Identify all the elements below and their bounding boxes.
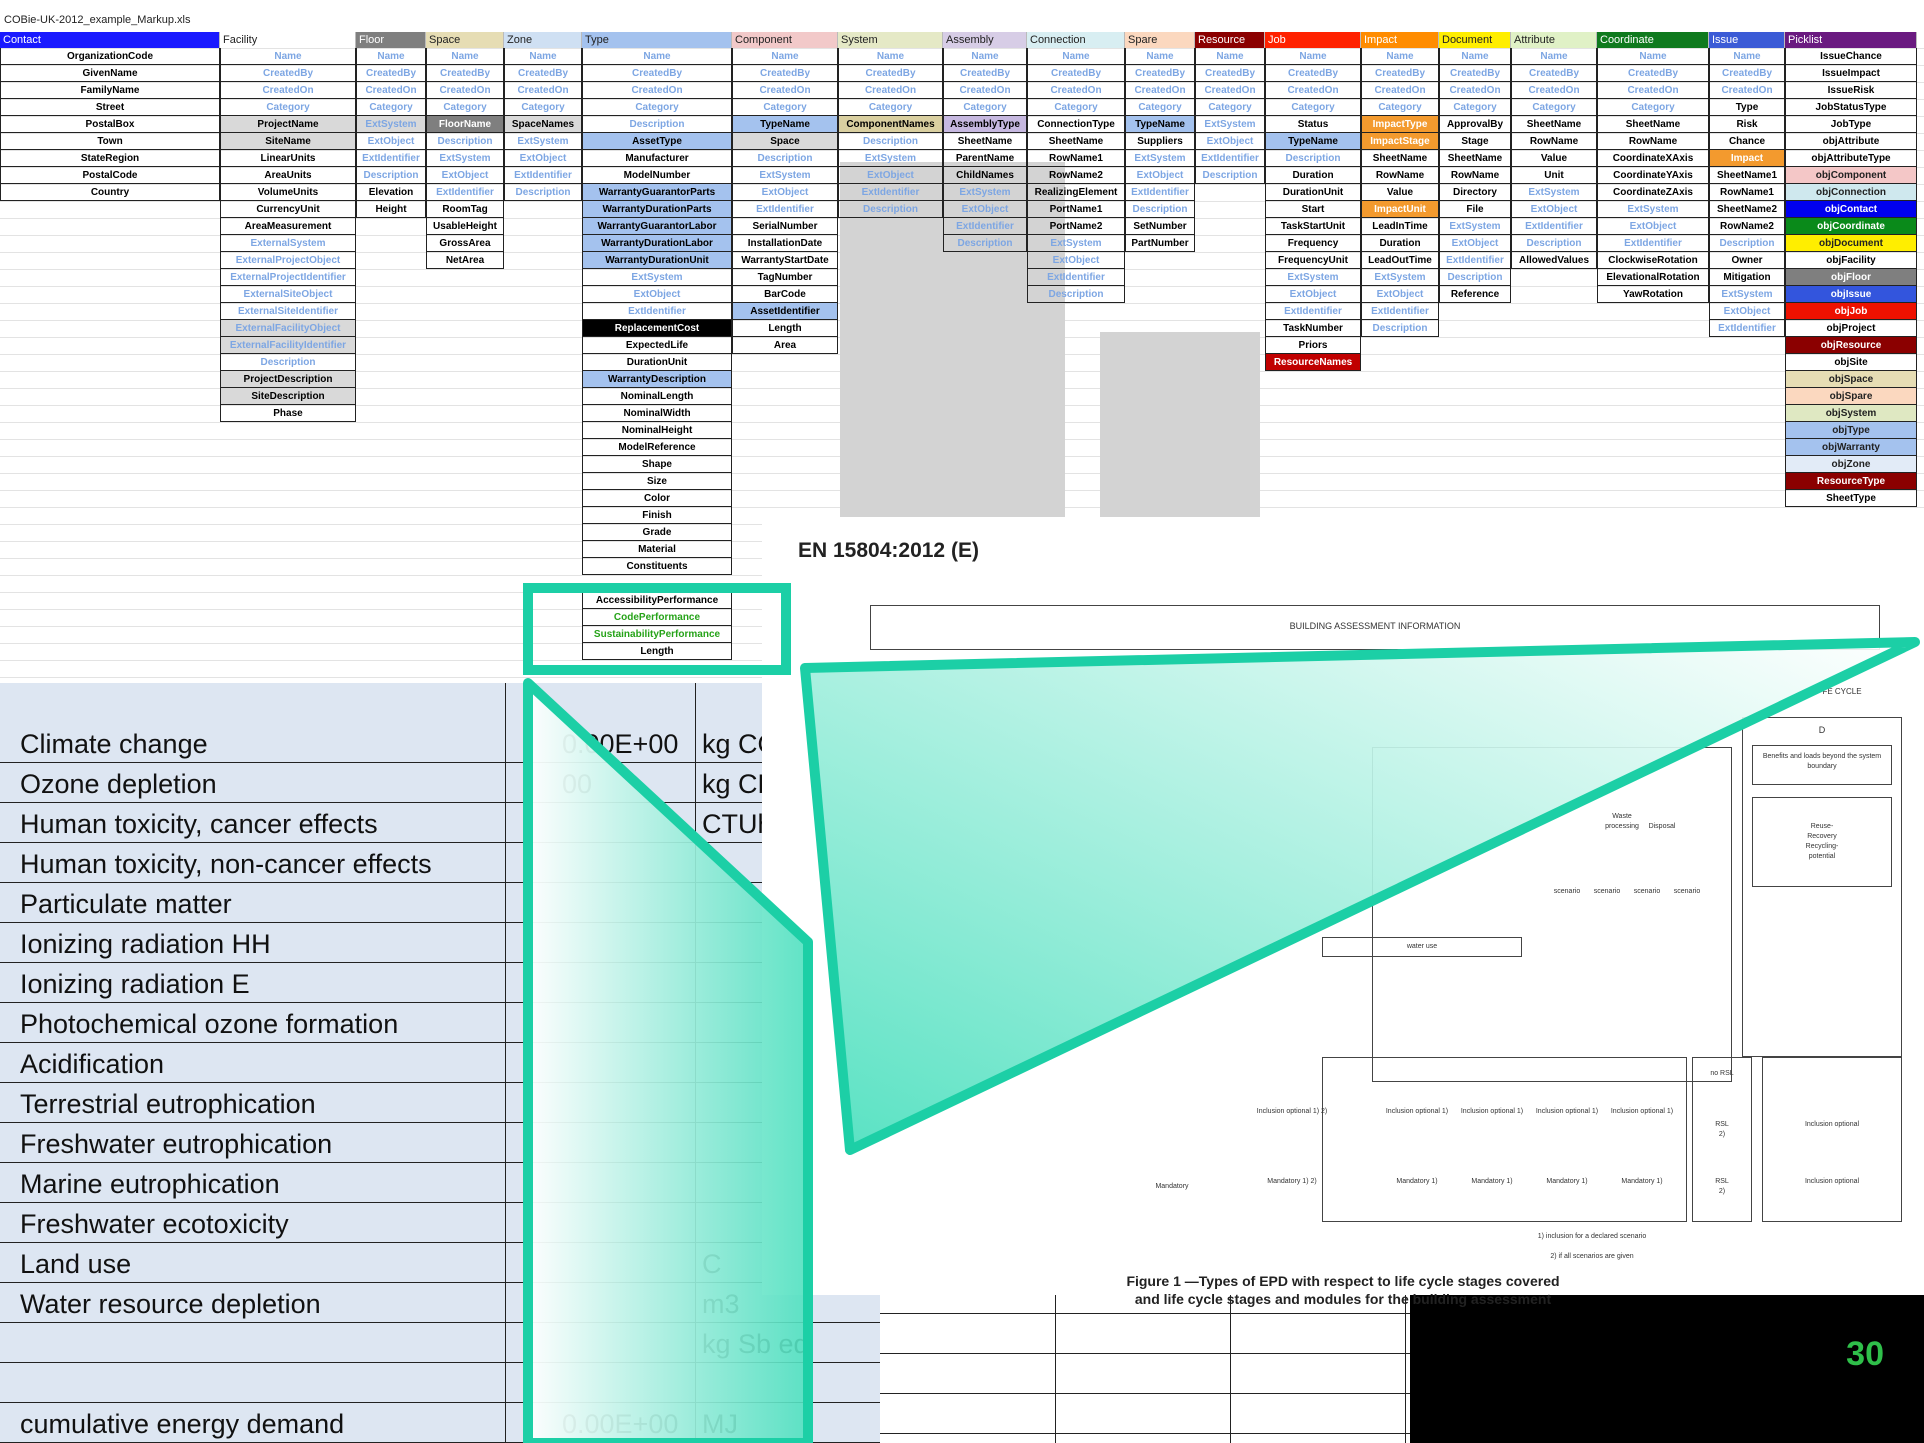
callout-triangle-right — [800, 637, 1920, 1155]
highlight-box — [523, 583, 791, 675]
callout-overlay — [523, 583, 1920, 1443]
slide-canvas: COBie-UK-2012_example_Markup.xls Contact… — [0, 0, 1924, 1443]
callout-triangle-left — [523, 678, 813, 1443]
